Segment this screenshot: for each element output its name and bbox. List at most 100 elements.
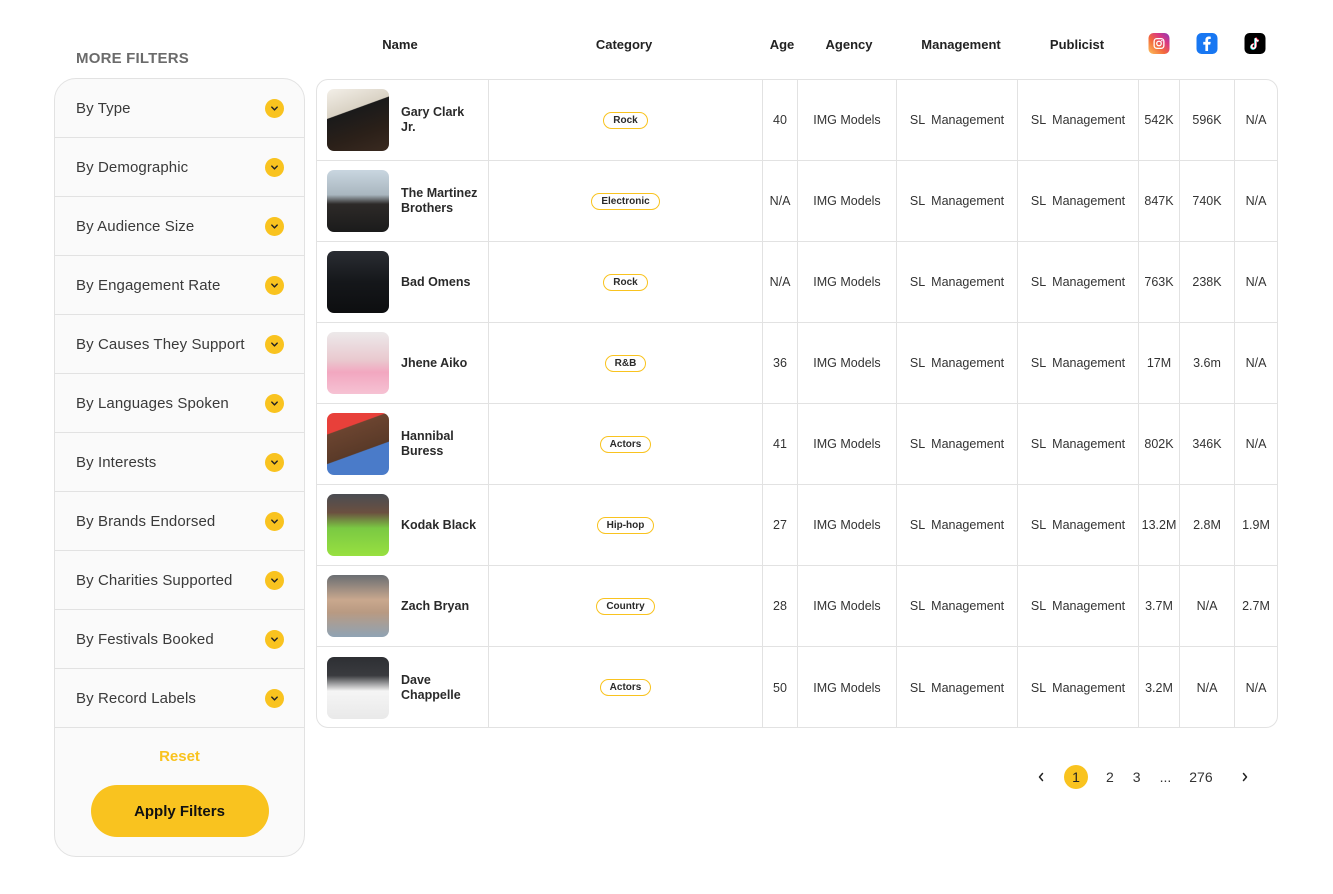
instagram-value: 802K (1144, 437, 1174, 451)
page-3[interactable]: 3 (1133, 765, 1141, 789)
cell-category: Actors (489, 647, 763, 727)
agency-value: IMG Models (813, 680, 881, 695)
table-row[interactable]: Gary Clark Jr. Rock 40 IMG Models SL Managem… (317, 80, 1277, 161)
category-badge: R&B (604, 354, 647, 372)
talent-name[interactable]: Gary Clark Jr. (401, 105, 481, 135)
chevron-down-icon[interactable] (265, 275, 284, 295)
avatar[interactable] (327, 170, 389, 232)
age-value: N/A (769, 194, 791, 208)
publicist-value: SL Management (1030, 518, 1126, 532)
table-row[interactable]: The Martinez Brothers Electronic N/A IMG Mo… (317, 161, 1277, 242)
apply-filters-button[interactable]: Apply Filters (90, 785, 269, 837)
chevron-down-icon[interactable] (265, 157, 284, 177)
avatar[interactable] (327, 494, 389, 556)
avatar[interactable] (327, 89, 389, 151)
management-value: SL Management (909, 113, 1005, 127)
avatar[interactable] (327, 251, 389, 313)
chevron-right-icon[interactable] (1239, 765, 1251, 789)
cell-facebook: 740K (1180, 161, 1235, 241)
cell-tiktok: N/A (1235, 404, 1277, 484)
publicist-value: SL Management (1030, 599, 1126, 613)
filter-by-type[interactable]: By Type (55, 79, 304, 138)
chevron-down-icon[interactable] (265, 452, 284, 472)
table-row[interactable]: Zach Bryan Country 28 IMG Models SL Manageme… (317, 566, 1277, 647)
chevron-left-icon[interactable] (1035, 765, 1047, 789)
filter-by-festivals-booked[interactable]: By Festivals Booked (55, 610, 304, 669)
category-badge: Country (596, 597, 655, 615)
chevron-down-icon[interactable] (265, 334, 284, 354)
chevron-down-icon[interactable] (265, 393, 284, 413)
chevron-down-icon[interactable] (265, 570, 284, 590)
chevron-down-icon[interactable] (265, 688, 284, 708)
facebook-value: N/A (1196, 680, 1218, 695)
cell-name: Hannibal Buress (317, 404, 489, 484)
filters-panel: By Type By Demographic By Audience Size By … (54, 78, 305, 857)
cell-instagram: 3.2M (1139, 647, 1180, 727)
cell-facebook: 2.8M (1180, 485, 1235, 565)
category-badge: Rock (603, 273, 648, 291)
talent-name[interactable]: The Martinez Brothers (401, 186, 481, 216)
column-header-agency[interactable]: Agency (826, 37, 873, 52)
talent-name[interactable]: Kodak Black (401, 518, 481, 533)
table-row[interactable]: Dave Chappelle Actors 50 IMG Models SL Manag… (317, 647, 1277, 727)
filter-label: By Engagement Rate (76, 276, 221, 294)
page-276[interactable]: 276 (1189, 765, 1212, 789)
cell-name: Bad Omens (317, 242, 489, 322)
filter-by-causes-they-support[interactable]: By Causes They Support (55, 315, 304, 374)
filter-label: By Languages Spoken (76, 394, 229, 412)
cell-publicist: SL Management (1018, 323, 1139, 403)
table-row[interactable]: Kodak Black Hip-hop 27 IMG Models SL Managem… (317, 485, 1277, 566)
publicist-value: SL Management (1030, 680, 1126, 695)
avatar[interactable] (327, 656, 389, 719)
filter-by-demographic[interactable]: By Demographic (55, 138, 304, 197)
chevron-down-icon[interactable] (265, 98, 284, 118)
cell-agency: IMG Models (798, 242, 897, 322)
column-header-category[interactable]: Category (596, 37, 652, 52)
management-value: SL Management (909, 194, 1005, 208)
table-row[interactable]: Hannibal Buress Actors 41 IMG Models SL Mana… (317, 404, 1277, 485)
agency-value: IMG Models (813, 194, 881, 208)
column-header-publicist[interactable]: Publicist (1050, 37, 1104, 52)
tiktok-icon[interactable] (1244, 33, 1266, 54)
page-1[interactable]: 1 (1064, 765, 1088, 789)
filter-by-audience-size[interactable]: By Audience Size (55, 197, 304, 256)
column-header-age[interactable]: Age (770, 37, 795, 52)
table-row[interactable]: Jhene Aiko R&B 36 IMG Models SL Management SL… (317, 323, 1277, 404)
filter-by-brands-endorsed[interactable]: By Brands Endorsed (55, 492, 304, 551)
avatar[interactable] (327, 332, 389, 394)
filter-by-interests[interactable]: By Interests (55, 433, 304, 492)
talent-name[interactable]: Hannibal Buress (401, 429, 481, 459)
filter-by-languages-spoken[interactable]: By Languages Spoken (55, 374, 304, 433)
cell-agency: IMG Models (798, 566, 897, 646)
talent-name[interactable]: Jhene Aiko (401, 356, 481, 371)
filter-list: By Type By Demographic By Audience Size By … (55, 79, 304, 728)
chevron-down-icon[interactable] (265, 511, 284, 531)
talent-name[interactable]: Dave Chappelle (401, 673, 481, 703)
tiktok-value: N/A (1245, 680, 1267, 695)
column-header-management[interactable]: Management (921, 37, 1000, 52)
management-value: SL Management (909, 437, 1005, 451)
cell-publicist: SL Management (1018, 242, 1139, 322)
age-value: 40 (773, 113, 787, 127)
instagram-icon[interactable] (1148, 33, 1170, 54)
cell-management: SL Management (897, 80, 1018, 160)
filter-by-charities-supported[interactable]: By Charities Supported (55, 551, 304, 610)
column-header-name[interactable]: Name (382, 37, 417, 52)
facebook-icon[interactable] (1196, 33, 1218, 54)
reset-button[interactable]: Reset (55, 748, 304, 765)
talent-name[interactable]: Bad Omens (401, 275, 481, 290)
page-2[interactable]: 2 (1106, 765, 1114, 789)
chevron-down-icon[interactable] (265, 216, 284, 236)
table-row[interactable]: Bad Omens Rock N/A IMG Models SL Management S… (317, 242, 1277, 323)
cell-age: 36 (763, 323, 798, 403)
filter-by-record-labels[interactable]: By Record Labels (55, 669, 304, 728)
cell-facebook: 346K (1180, 404, 1235, 484)
facebook-value: 596K (1192, 113, 1222, 127)
chevron-down-icon[interactable] (265, 629, 284, 649)
filter-by-engagement-rate[interactable]: By Engagement Rate (55, 256, 304, 315)
publicist-value: SL Management (1030, 113, 1126, 127)
cell-age: 40 (763, 80, 798, 160)
avatar[interactable] (327, 413, 389, 475)
talent-name[interactable]: Zach Bryan (401, 599, 481, 614)
avatar[interactable] (327, 575, 389, 637)
